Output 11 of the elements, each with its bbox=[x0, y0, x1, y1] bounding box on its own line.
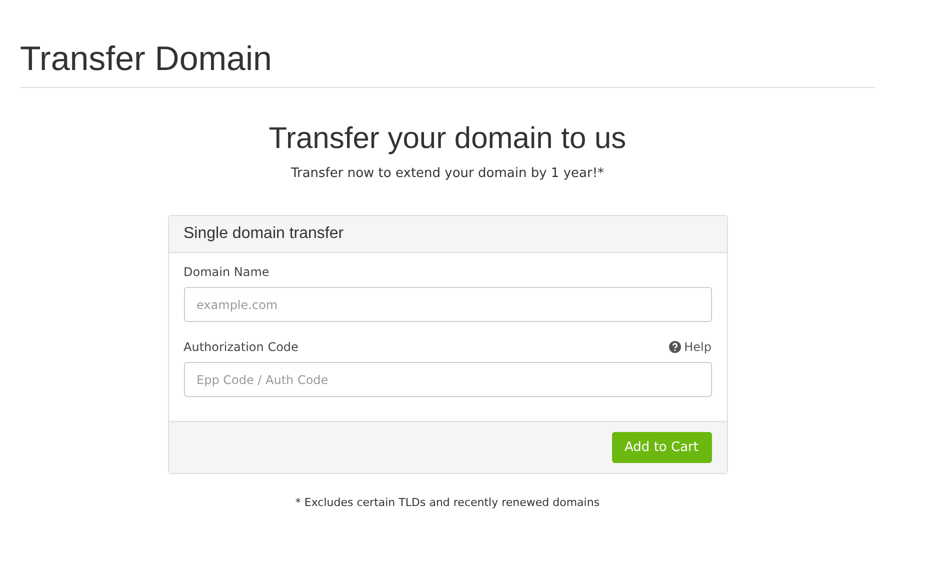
field-label: Authorization Code bbox=[184, 340, 298, 354]
input-field[interactable]: Epp Code / Auth Code bbox=[184, 362, 712, 397]
help-icon bbox=[669, 341, 682, 353]
page-title: Transfer Domain bbox=[20, 40, 273, 79]
subheading: Transfer now to extend your domain by 1 year!* bbox=[290, 166, 606, 181]
footnote: * Excludes certain TLDs and recently renewed domains bbox=[294, 496, 601, 509]
field-label: Domain Name bbox=[184, 265, 270, 279]
help-link[interactable]: Help bbox=[669, 340, 712, 354]
input-field[interactable]: example.com bbox=[184, 287, 712, 322]
heading: Transfer your domain to us bbox=[268, 122, 628, 156]
panel-title: Single domain transfer bbox=[184, 225, 344, 242]
